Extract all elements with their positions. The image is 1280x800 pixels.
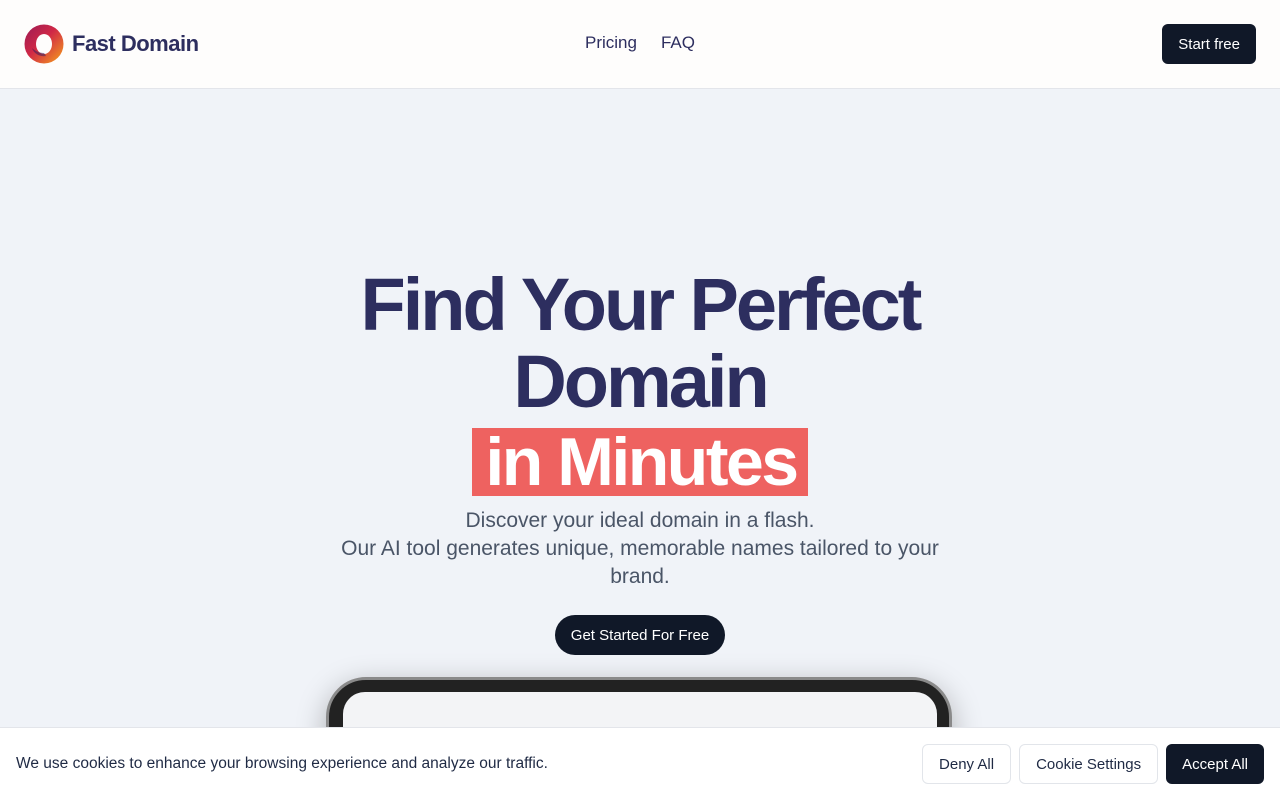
hero-headline-line1: Find Your Perfect — [360, 263, 923, 346]
hero-subtitle-line1: Discover your ideal domain in a flash. — [465, 509, 815, 532]
accept-all-button[interactable]: Accept All — [1166, 744, 1264, 784]
start-free-button[interactable]: Start free — [1162, 24, 1256, 64]
nav-link-faq[interactable]: FAQ — [661, 32, 695, 54]
ring-logo-icon — [24, 24, 64, 64]
brand-name: Fast Domain — [72, 31, 199, 56]
brand-home-link[interactable]: Fast Domain — [24, 24, 199, 64]
hero-highlight-row: in Minutes — [0, 421, 1280, 496]
get-started-button[interactable]: Get Started For Free — [554, 615, 726, 655]
nav-link-pricing[interactable]: Pricing — [585, 32, 637, 54]
deny-all-button[interactable]: Deny All — [922, 744, 1012, 784]
cookie-message: We use cookies to enhance your browsing … — [16, 755, 548, 772]
hero-headline-highlight: in Minutes — [472, 428, 808, 496]
main-nav: Pricing FAQ — [585, 32, 695, 54]
cookie-banner: We use cookies to enhance your browsing … — [0, 727, 1280, 800]
hero-subtitle: Discover your ideal domain in a flash. O… — [320, 507, 960, 591]
hero-subtitle-line2: Our AI tool generates unique, memorable … — [341, 537, 939, 588]
cookie-settings-button[interactable]: Cookie Settings — [1019, 744, 1159, 784]
cookie-actions: Deny All Cookie Settings Accept All — [922, 744, 1264, 784]
hero-headline-line2: Domain — [513, 340, 769, 423]
site-header: Fast Domain Pricing FAQ Start free — [0, 0, 1280, 89]
hero-headline: Find Your Perfect Domain in Minutes — [0, 263, 1280, 496]
hero-section: Find Your Perfect Domain in Minutes Disc… — [0, 266, 1280, 655]
